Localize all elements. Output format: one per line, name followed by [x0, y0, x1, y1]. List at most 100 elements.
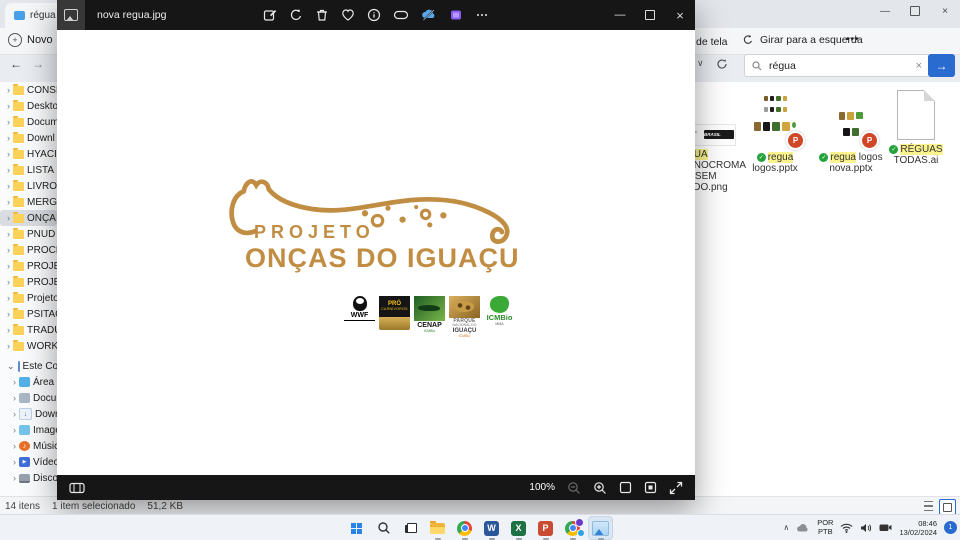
search-input[interactable]: régua × — [744, 54, 930, 77]
rotate-icon[interactable] — [289, 8, 303, 22]
sidebar-folder-item[interactable]: ONÇA — [0, 210, 57, 226]
info-icon[interactable] — [367, 8, 381, 22]
fit-to-window-icon[interactable] — [619, 481, 632, 494]
zoom-in-icon[interactable] — [593, 481, 607, 495]
chevron-right-icon[interactable] — [13, 441, 16, 452]
photos-minimize-button[interactable]: — — [605, 0, 635, 30]
photos-close-button[interactable]: × — [665, 0, 695, 30]
edit-icon[interactable] — [263, 8, 277, 22]
gallery-icon[interactable] — [449, 8, 463, 22]
sidebar-folder-item[interactable]: LIVRO — [0, 178, 57, 194]
actual-size-icon[interactable] — [644, 481, 657, 494]
sidebar-folder-item[interactable]: HYACI — [0, 146, 57, 162]
sidebar-library-item[interactable]: Área d — [0, 374, 57, 390]
address-dropdown-icon[interactable]: ∨ — [697, 58, 704, 69]
chevron-right-icon[interactable] — [7, 229, 10, 240]
set-as-background-button[interactable]: de tela — [696, 36, 728, 48]
chevron-right-icon[interactable] — [7, 245, 10, 256]
sidebar-folder-item[interactable]: PROJE — [0, 258, 57, 274]
chevron-right-icon[interactable] — [7, 325, 10, 336]
chevron-right-icon[interactable] — [7, 213, 10, 224]
taskbar-excel[interactable]: X — [507, 517, 530, 539]
task-view-button[interactable] — [399, 517, 422, 539]
chevron-right-icon[interactable] — [7, 165, 10, 176]
chevron-right-icon[interactable] — [13, 377, 16, 388]
rotate-left-button[interactable]: Girar para a esquerda — [742, 34, 863, 46]
chevron-right-icon[interactable] — [7, 261, 10, 272]
chevron-right-icon[interactable] — [7, 197, 10, 208]
chevron-right-icon[interactable] — [13, 457, 16, 468]
sidebar-folder-item[interactable]: PNUD — [0, 226, 57, 242]
language-indicator[interactable]: POR PTB — [817, 519, 833, 536]
sidebar-library-item[interactable]: Image — [0, 422, 57, 438]
sidebar-folder-item[interactable]: WORK — [0, 338, 57, 354]
chevron-right-icon[interactable] — [7, 117, 10, 128]
file-item-regua-logos-pptx[interactable]: P ✓regua logos.pptx — [743, 94, 807, 174]
chevron-right-icon[interactable] — [7, 101, 10, 112]
command-bar-more-button[interactable]: ••• — [846, 34, 860, 45]
chevron-down-icon[interactable] — [7, 361, 15, 372]
chevron-right-icon[interactable] — [13, 393, 16, 404]
chevron-right-icon[interactable] — [7, 341, 10, 352]
slideshow-icon[interactable] — [393, 8, 409, 22]
sidebar-folder-item[interactable]: CONSI — [0, 82, 57, 98]
chevron-right-icon[interactable] — [7, 149, 10, 160]
filmstrip-toggle-icon[interactable] — [69, 482, 85, 494]
sidebar-folder-item[interactable]: LISTA I — [0, 162, 57, 178]
list-view-button[interactable] — [921, 499, 936, 513]
chevron-right-icon[interactable] — [7, 293, 10, 304]
sidebar-library-item[interactable]: Música — [0, 438, 57, 454]
thumbnail-view-button[interactable] — [939, 499, 956, 515]
onedrive-tray-icon[interactable] — [796, 523, 810, 533]
sidebar-folder-item[interactable]: Projeto — [0, 290, 57, 306]
chevron-right-icon[interactable] — [7, 309, 10, 320]
start-button[interactable] — [345, 517, 368, 539]
clear-search-icon[interactable]: × — [916, 60, 922, 72]
delete-icon[interactable] — [315, 8, 329, 22]
chevron-right-icon[interactable] — [7, 133, 10, 144]
taskbar-browser-profile[interactable] — [561, 517, 584, 539]
sidebar-folder-item[interactable]: PSITAC — [0, 306, 57, 322]
sidebar-folder-item[interactable]: TRADU — [0, 322, 57, 338]
sidebar-this-pc[interactable]: Este Com — [0, 358, 57, 374]
chevron-right-icon[interactable] — [13, 473, 16, 484]
photos-maximize-button[interactable] — [635, 0, 665, 30]
camera-icon[interactable] — [879, 523, 892, 532]
sidebar-library-item[interactable]: Vídeos — [0, 454, 57, 470]
wifi-icon[interactable] — [840, 523, 853, 533]
chevron-right-icon[interactable] — [7, 277, 10, 288]
file-item-regua-logos-nova-pptx[interactable]: P ✓regua logos nova.pptx — [817, 94, 885, 174]
explorer-close-button[interactable]: × — [930, 0, 960, 22]
sidebar-library-item[interactable]: Downl — [0, 406, 57, 422]
sidebar-folder-item[interactable]: PROJE — [0, 274, 57, 290]
sidebar-folder-item[interactable]: Deskto — [0, 98, 57, 114]
sidebar-library-item[interactable]: Docum — [0, 390, 57, 406]
sidebar-folder-item[interactable]: Docum — [0, 114, 57, 130]
new-button[interactable]: + Novo — [8, 33, 53, 47]
taskbar-word[interactable]: W — [480, 517, 503, 539]
chevron-right-icon[interactable] — [13, 425, 16, 436]
search-go-button[interactable]: → — [928, 54, 955, 77]
file-item-reguas-todas-ai[interactable]: ✓RÉGUAS TODAS.ai — [887, 90, 945, 166]
speaker-icon[interactable] — [860, 523, 872, 533]
taskbar-search-button[interactable] — [372, 517, 395, 539]
taskbar-photos-app[interactable] — [588, 516, 613, 540]
more-icon[interactable] — [475, 8, 489, 22]
taskbar-file-explorer[interactable] — [426, 517, 449, 539]
refresh-button[interactable] — [716, 57, 728, 75]
notification-center-button[interactable]: 1 — [944, 521, 957, 534]
forward-button[interactable]: → — [32, 57, 44, 71]
chevron-right-icon[interactable] — [7, 85, 10, 96]
sidebar-folder-item[interactable]: MERGI — [0, 194, 57, 210]
taskbar-chrome[interactable] — [453, 517, 476, 539]
sidebar-library-item[interactable]: Disco — [0, 470, 57, 486]
tray-overflow-button[interactable]: ∧ — [783, 523, 789, 532]
fullscreen-icon[interactable] — [669, 481, 683, 495]
favorite-icon[interactable] — [341, 8, 355, 22]
sidebar-folder-item[interactable]: Downl — [0, 130, 57, 146]
zoom-out-icon[interactable] — [567, 481, 581, 495]
chevron-right-icon[interactable] — [13, 409, 16, 420]
explorer-minimize-button[interactable]: — — [870, 0, 900, 22]
explorer-restore-button[interactable] — [900, 0, 930, 22]
chevron-right-icon[interactable] — [7, 181, 10, 192]
